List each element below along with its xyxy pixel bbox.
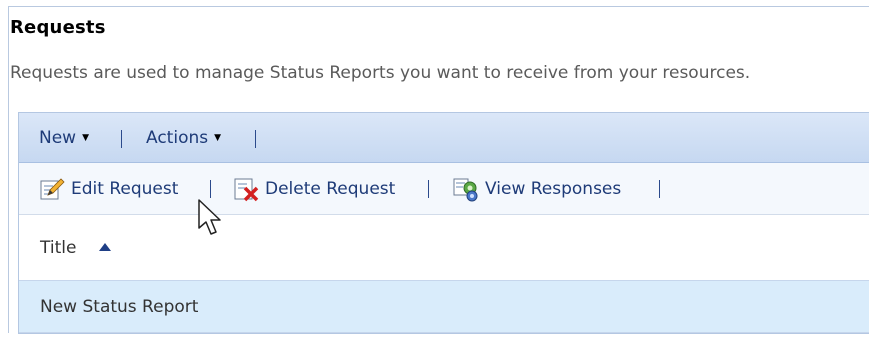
mouse-pointer-icon — [198, 199, 221, 235]
delete-request-button[interactable]: Delete Request — [233, 163, 395, 214]
toolbar-separator — [121, 130, 122, 148]
table-row[interactable]: New Status Report — [19, 281, 869, 333]
delete-request-label: Delete Request — [265, 178, 396, 199]
column-header-row: Title — [19, 215, 869, 281]
item-toolbar: Edit Request Delete Request View Respons… — [19, 163, 869, 215]
new-menu-button[interactable]: New ▼ — [39, 113, 89, 162]
dropdown-arrow-icon: ▼ — [82, 132, 90, 143]
edit-request-button[interactable]: Edit Request — [39, 163, 178, 214]
dropdown-arrow-icon: ▼ — [214, 132, 222, 143]
actions-menu-label: Actions — [146, 127, 209, 148]
actions-menu-button[interactable]: Actions ▼ — [146, 113, 221, 162]
toolbar-separator — [659, 180, 660, 198]
toolbar-separator — [428, 180, 429, 198]
requests-list: New ▼ Actions ▼ Edit Request Delete Requ… — [18, 112, 869, 334]
page-title: Requests — [10, 17, 106, 38]
section-description: Requests are used to manage Status Repor… — [10, 63, 751, 83]
view-responses-button[interactable]: View Responses — [453, 163, 621, 214]
edit-request-label: Edit Request — [71, 178, 179, 199]
row-title-cell[interactable]: New Status Report — [40, 281, 198, 332]
new-menu-label: New — [39, 127, 77, 148]
delete-icon — [234, 178, 259, 201]
toolbar-separator — [210, 180, 211, 198]
list-toolbar: New ▼ Actions ▼ — [19, 113, 869, 163]
edit-pencil-icon — [40, 177, 65, 199]
toolbar-separator — [255, 130, 256, 148]
sort-ascending-icon — [99, 243, 111, 251]
view-responses-label: View Responses — [485, 178, 622, 199]
view-responses-icon — [453, 178, 478, 201]
column-header-title[interactable]: Title — [40, 215, 76, 280]
